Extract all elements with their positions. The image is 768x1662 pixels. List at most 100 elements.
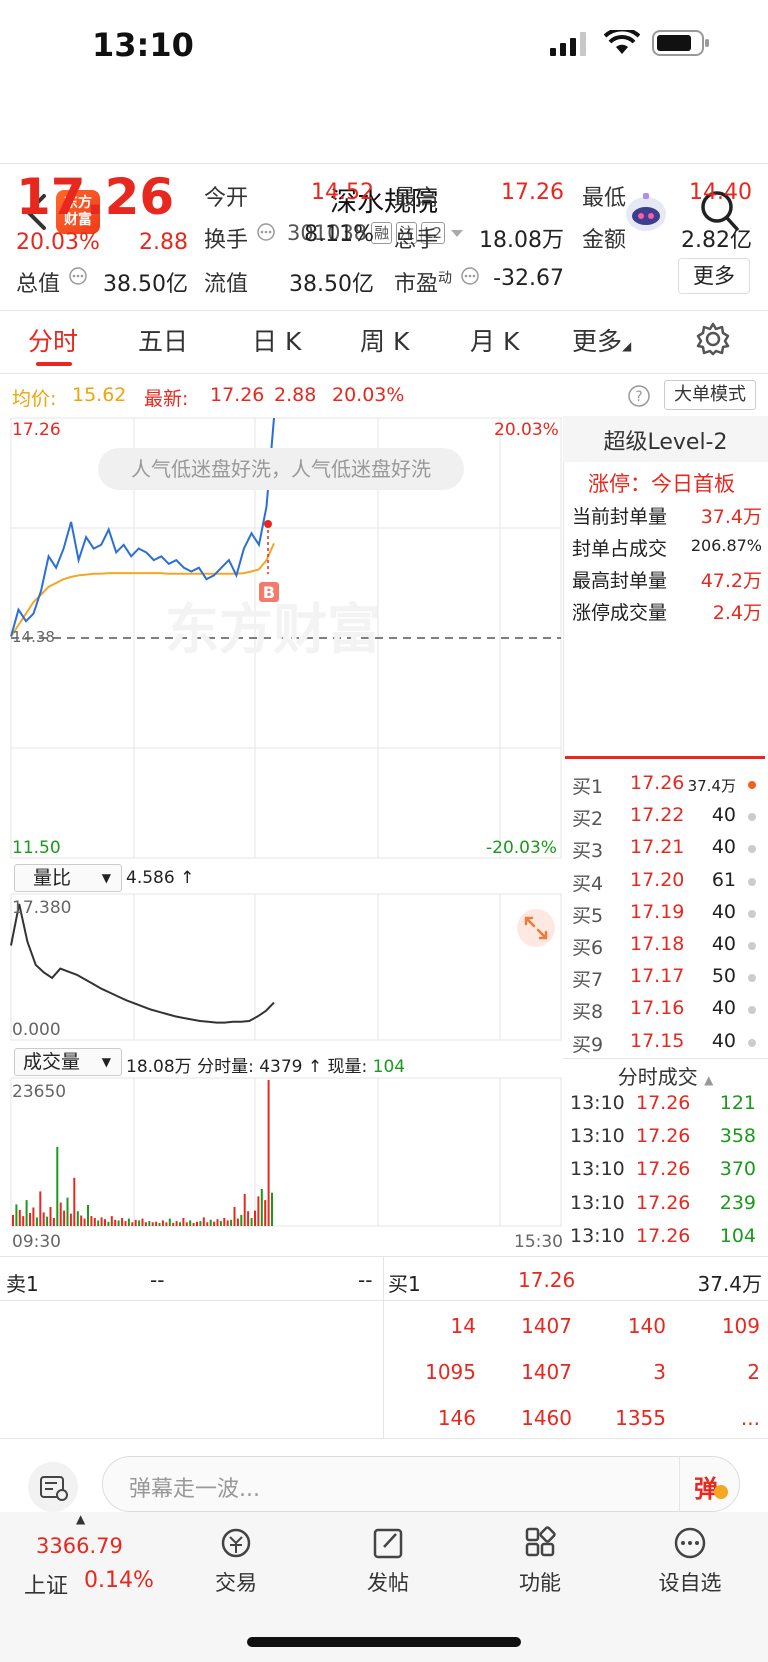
big-order-mode-button[interactable]: 大单模式 xyxy=(664,380,756,410)
volume-bar xyxy=(73,1177,76,1226)
status-dot xyxy=(748,877,756,886)
tab-five-day[interactable]: 五日 xyxy=(138,322,188,358)
avg-value: 15.62 xyxy=(72,384,127,406)
status-dot xyxy=(748,781,756,789)
tab-more[interactable]: 更多◢ xyxy=(572,322,631,358)
volume-bar xyxy=(155,1221,158,1226)
volume-bar xyxy=(127,1218,130,1226)
volume-bar xyxy=(59,1202,62,1226)
volume-ratio-top: 17.380 xyxy=(12,898,72,918)
volume-ratio-value: 4.586 ↑ xyxy=(126,868,195,888)
pe-label: 市盈动 xyxy=(394,266,452,298)
order-book-row: 买2 17.22 40 xyxy=(570,804,760,834)
tab-post[interactable]: 发帖 xyxy=(338,1525,438,1597)
volume-bar xyxy=(144,1222,147,1226)
order-book-row: 买6 17.18 40 xyxy=(570,933,760,963)
ticks-divider xyxy=(563,1058,768,1059)
index-widget[interactable]: ▲ 3366.79 上证 0.14% xyxy=(20,1512,154,1602)
more-button[interactable]: 更多 xyxy=(678,258,750,294)
volume-bar xyxy=(172,1222,175,1226)
level2-value: 47.2万 xyxy=(700,570,762,592)
volume-bar xyxy=(15,1204,18,1226)
volume-selector[interactable]: 成交量 ▼ xyxy=(14,1048,122,1076)
buy1-qty: 37.4万 xyxy=(697,1272,762,1296)
status-time: 13:10 xyxy=(92,26,194,64)
queue-order-qty: 3 xyxy=(653,1360,666,1384)
tab-trade[interactable]: 交易 xyxy=(186,1525,286,1597)
chart-bottom-price: 11.50 xyxy=(12,838,61,858)
tab-functions[interactable]: 功能 xyxy=(490,1525,590,1597)
info-dots-icon[interactable] xyxy=(460,266,480,286)
expand-icon[interactable] xyxy=(516,908,556,948)
pe-dynamic-sup: 动 xyxy=(438,270,453,287)
intraday-chart-svg: 东方财富 B xyxy=(10,417,562,1227)
tab-trade-label: 交易 xyxy=(215,1571,257,1595)
help-icon[interactable]: ? xyxy=(627,384,651,408)
send-danmaku-button[interactable]: 弹 xyxy=(679,1457,739,1511)
volume-bar xyxy=(209,1219,212,1226)
latest-value: 17.26 xyxy=(210,384,265,406)
order-book-row: 买1 17.26 37.4万 xyxy=(570,772,760,802)
volume-bar xyxy=(199,1221,202,1226)
tab-add-watchlist[interactable]: 设自选 xyxy=(640,1525,740,1597)
battery-icon xyxy=(652,30,709,56)
info-dots-icon[interactable] xyxy=(256,222,276,242)
order-book-row: 买9 17.15 40 xyxy=(570,1030,760,1060)
volume-bar xyxy=(25,1200,28,1226)
bid-qty: 40 xyxy=(711,900,736,923)
tick-time: 13:10 xyxy=(570,1125,625,1148)
bid-price: 17.21 xyxy=(630,836,685,859)
tab-intraday[interactable]: 分时 xyxy=(28,322,78,358)
volume-bar xyxy=(76,1211,79,1226)
send-badge-icon xyxy=(714,1485,728,1499)
buy-marker-text: B xyxy=(263,583,275,602)
volume-ratio-selector[interactable]: 量比 ▼ xyxy=(14,864,122,892)
volume-bar xyxy=(260,1189,263,1226)
settings-gear-icon[interactable] xyxy=(696,322,730,356)
pe-value: -32.67 xyxy=(493,266,564,291)
danmaku-toggle[interactable] xyxy=(28,1462,78,1512)
status-dot xyxy=(748,942,756,950)
sell1-label: 卖1 xyxy=(6,1272,39,1296)
volume-bar xyxy=(32,1207,35,1226)
chart-bottom-percent: -20.03% xyxy=(486,838,557,858)
level2-value: 2.4万 xyxy=(712,602,762,624)
volume-bar xyxy=(69,1213,72,1226)
queue-order-qty: 1460 xyxy=(521,1406,572,1430)
ticks-title[interactable]: 分时成交 ▲ xyxy=(563,1061,768,1090)
volume-bar xyxy=(182,1218,185,1226)
amount-value: 2.82亿 xyxy=(681,228,752,253)
amount-label: 金额 xyxy=(582,228,627,253)
volume-bar xyxy=(29,1213,31,1226)
tab-monthly-k[interactable]: 月 K xyxy=(470,322,519,358)
level2-row: 涨停成交量 2.4万 xyxy=(572,598,762,625)
volume-bar xyxy=(63,1210,66,1226)
tab-weekly-k[interactable]: 周 K xyxy=(360,322,409,358)
open-label: 今开 xyxy=(204,186,249,211)
volume-bar xyxy=(216,1219,219,1226)
level2-row: 最高封单量 47.2万 xyxy=(572,566,762,593)
queue-order-qty: 1355 xyxy=(615,1406,666,1430)
level2-title[interactable]: 超级Level-2 xyxy=(563,424,768,456)
tick-price: 17.26 xyxy=(636,1158,691,1181)
limit-value: 今日首板 xyxy=(651,472,735,496)
queue-order-qty: 14 xyxy=(450,1314,476,1338)
tab-daily-k[interactable]: 日 K xyxy=(252,322,301,358)
latest-label: 最新: xyxy=(144,388,189,410)
tick-volume: 370 xyxy=(719,1158,756,1181)
home-indicator xyxy=(247,1637,521,1647)
latest-percent: 20.03% xyxy=(332,384,405,406)
volume-bar xyxy=(131,1222,134,1226)
danmaku-input[interactable]: 弹幕走一波... 弹 xyxy=(102,1456,740,1512)
volume-bar xyxy=(192,1222,195,1226)
queue-divider xyxy=(383,1256,384,1438)
volume-bar xyxy=(148,1221,151,1226)
tab-functions-label: 功能 xyxy=(519,1571,561,1595)
danmaku-placeholder: 弹幕走一波... xyxy=(129,1477,260,1502)
chart-top-percent: 20.03% xyxy=(494,420,559,440)
info-dots-icon[interactable] xyxy=(68,266,88,286)
tick-time: 13:10 xyxy=(570,1224,625,1247)
open-value: 14.52 xyxy=(311,180,374,205)
order-book-row: 买3 17.21 40 xyxy=(570,836,760,866)
tick-price: 17.26 xyxy=(636,1224,691,1247)
